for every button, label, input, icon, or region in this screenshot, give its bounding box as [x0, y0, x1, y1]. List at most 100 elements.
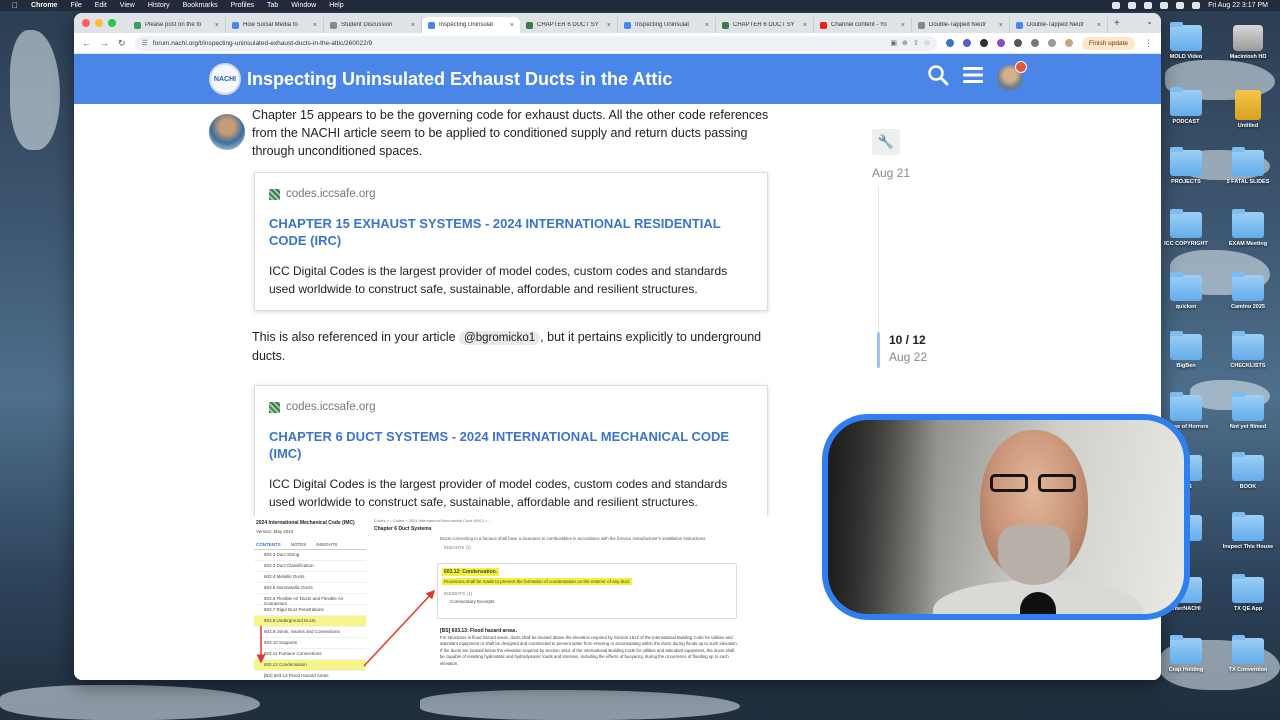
- battery-icon[interactable]: [1176, 2, 1185, 9]
- control-center-icon[interactable]: [1192, 2, 1201, 9]
- site-info-icon[interactable]: ☰: [142, 39, 148, 47]
- back-icon[interactable]: ←: [82, 38, 91, 48]
- bookmark-star-icon[interactable]: ☆: [924, 39, 930, 47]
- close-tab-icon[interactable]: ×: [803, 22, 807, 29]
- onebox-title-link[interactable]: CHAPTER 6 DUCT SYSTEMS - 2024 INTERNATIO…: [269, 429, 754, 462]
- new-tab-icon[interactable]: +: [1114, 18, 1120, 29]
- browser-tab[interactable]: Inspecting Uninsulat ×: [422, 17, 520, 33]
- zoom-icon[interactable]: ⊕: [902, 39, 908, 47]
- desktop-item[interactable]: Crap Holding: [1155, 635, 1217, 674]
- status-icon[interactable]: [1112, 2, 1121, 9]
- desktop-item[interactable]: Untitled: [1217, 90, 1279, 130]
- download-icon[interactable]: [1047, 39, 1056, 47]
- close-window-button[interactable]: [82, 19, 90, 27]
- close-tab-icon[interactable]: ×: [901, 22, 905, 29]
- close-tab-icon[interactable]: ×: [215, 22, 219, 29]
- link-preview-card[interactable]: codes.iccsafe.org CHAPTER 15 EXHAUST SYS…: [254, 172, 768, 311]
- share-icon[interactable]: ⇧: [913, 39, 919, 47]
- close-tab-icon[interactable]: ×: [1097, 22, 1101, 29]
- timeline-scroller[interactable]: [877, 332, 880, 368]
- menu-edit[interactable]: Edit: [95, 2, 107, 9]
- screen-share-icon[interactable]: ▣: [890, 39, 897, 47]
- wifi-icon[interactable]: [1160, 2, 1169, 9]
- sidepanel-icon[interactable]: [1030, 39, 1039, 47]
- browser-tab[interactable]: Please post on the fo ×: [128, 17, 226, 33]
- menu-tab[interactable]: Tab: [267, 2, 278, 9]
- status-icon[interactable]: [1128, 2, 1137, 9]
- wrench-icon[interactable]: 🔧: [872, 129, 900, 155]
- menu-file[interactable]: File: [70, 2, 81, 9]
- desktop-item[interactable]: Inspect This House: [1217, 512, 1279, 551]
- extension-icon[interactable]: [945, 39, 954, 47]
- profile-avatar-icon[interactable]: [1064, 39, 1073, 47]
- menu-window[interactable]: Window: [291, 2, 316, 9]
- desktop-item[interactable]: ICC COPYRIGHT: [1155, 209, 1217, 248]
- address-bar[interactable]: ☰ forum.nachi.org/t/inspecting-uninsulat…: [134, 35, 937, 51]
- desktop-item[interactable]: Not yet filmed: [1217, 392, 1279, 431]
- extensions-puzzle-icon[interactable]: [1013, 39, 1022, 47]
- desktop-item[interactable]: BigBen: [1155, 331, 1217, 370]
- desktop-item[interactable]: PODCAST: [1155, 87, 1217, 126]
- desktop-item[interactable]: TX QE App: [1217, 574, 1279, 613]
- user-mention-link[interactable]: @bgromicko1: [459, 331, 541, 345]
- extension-icon[interactable]: [979, 39, 988, 47]
- browser-tab[interactable]: How Social Media fo ×: [226, 17, 324, 33]
- desktop-item[interactable]: Camino 2025: [1217, 272, 1279, 311]
- browser-tab[interactable]: Student Discussion ×: [324, 17, 422, 33]
- menubar-clock[interactable]: Fri Aug 22 3:17 PM: [1208, 2, 1268, 9]
- desktop-item[interactable]: PROJECTS: [1155, 147, 1217, 186]
- menu-view[interactable]: View: [120, 2, 135, 9]
- menu-bookmarks[interactable]: Bookmarks: [183, 2, 218, 9]
- menu-history[interactable]: History: [148, 2, 170, 9]
- minimize-window-button[interactable]: [95, 19, 103, 27]
- desktop-item[interactable]: quicken: [1155, 272, 1217, 311]
- timeline-start-date[interactable]: Aug 21: [872, 166, 910, 180]
- onebox-source[interactable]: codes.iccsafe.org: [286, 398, 376, 416]
- close-tab-icon[interactable]: ×: [999, 22, 1003, 29]
- desktop-item[interactable]: BOOK: [1217, 452, 1279, 491]
- extension-icon[interactable]: [962, 39, 971, 47]
- tab-search-icon[interactable]: ⌄: [1146, 17, 1153, 26]
- onebox-source[interactable]: codes.iccsafe.org: [286, 185, 376, 203]
- close-tab-icon[interactable]: ×: [607, 22, 611, 29]
- desktop-item[interactable]: EXAM Meeting: [1217, 209, 1279, 248]
- desktop-item-label: ICC COPYRIGHT: [1164, 241, 1208, 247]
- browser-tab[interactable]: Double-Tapped Neutr ×: [1010, 17, 1108, 33]
- hamburger-menu-icon[interactable]: [963, 66, 983, 90]
- site-logo[interactable]: NACHI: [209, 63, 241, 95]
- user-avatar[interactable]: [997, 61, 1027, 91]
- close-tab-icon[interactable]: ×: [705, 22, 709, 29]
- desktop-item[interactable]: CHECKLISTS: [1217, 331, 1279, 370]
- status-icon[interactable]: [1144, 2, 1153, 9]
- link-preview-card[interactable]: codes.iccsafe.org CHAPTER 6 DUCT SYSTEMS…: [254, 385, 768, 524]
- close-tab-icon[interactable]: ×: [510, 22, 514, 29]
- browser-tab[interactable]: Channel content - Yo ×: [814, 17, 912, 33]
- desktop-item[interactable]: TX Convention: [1217, 635, 1279, 674]
- topic-title[interactable]: Inspecting Uninsulated Exhaust Ducts in …: [247, 69, 672, 90]
- chrome-menu-icon[interactable]: ⋮: [1144, 38, 1153, 49]
- desktop-item[interactable]: 5 FATAL SLIDES: [1217, 147, 1279, 186]
- embedded-code-screenshot[interactable]: 2024 International Mechanical Code (IMC)…: [252, 516, 772, 680]
- menu-app-name[interactable]: Chrome: [31, 2, 57, 9]
- extension-icon[interactable]: [996, 39, 1005, 47]
- url-text[interactable]: forum.nachi.org/t/inspecting-uninsulated…: [153, 40, 885, 47]
- close-tab-icon[interactable]: ×: [313, 22, 317, 29]
- poster-avatar[interactable]: [209, 114, 245, 150]
- desktop-item[interactable]: MOLD Video: [1155, 22, 1217, 61]
- browser-tab[interactable]: Double-Tapped Neutr ×: [912, 17, 1010, 33]
- finish-update-button[interactable]: Finish update: [1081, 36, 1135, 50]
- desktop-item[interactable]: Macintosh HD: [1217, 25, 1279, 61]
- search-icon[interactable]: [927, 64, 949, 92]
- onebox-title-link[interactable]: CHAPTER 15 EXHAUST SYSTEMS - 2024 INTERN…: [269, 216, 754, 249]
- apple-menu-icon[interactable]: : [12, 1, 18, 10]
- close-tab-icon[interactable]: ×: [411, 22, 415, 29]
- forward-icon[interactable]: →: [100, 38, 109, 48]
- reload-icon[interactable]: ↻: [118, 38, 126, 49]
- browser-tab[interactable]: Inspecting Uninsulat ×: [618, 17, 716, 33]
- browser-tab[interactable]: CHAPTER 6 DUCT SY ×: [520, 17, 618, 33]
- zoom-window-button[interactable]: [108, 19, 116, 27]
- browser-tab[interactable]: CHAPTER 6 DUCT SY ×: [716, 17, 814, 33]
- menu-help[interactable]: Help: [329, 2, 343, 9]
- notification-badge[interactable]: [1015, 61, 1027, 73]
- menu-profiles[interactable]: Profiles: [231, 2, 254, 9]
